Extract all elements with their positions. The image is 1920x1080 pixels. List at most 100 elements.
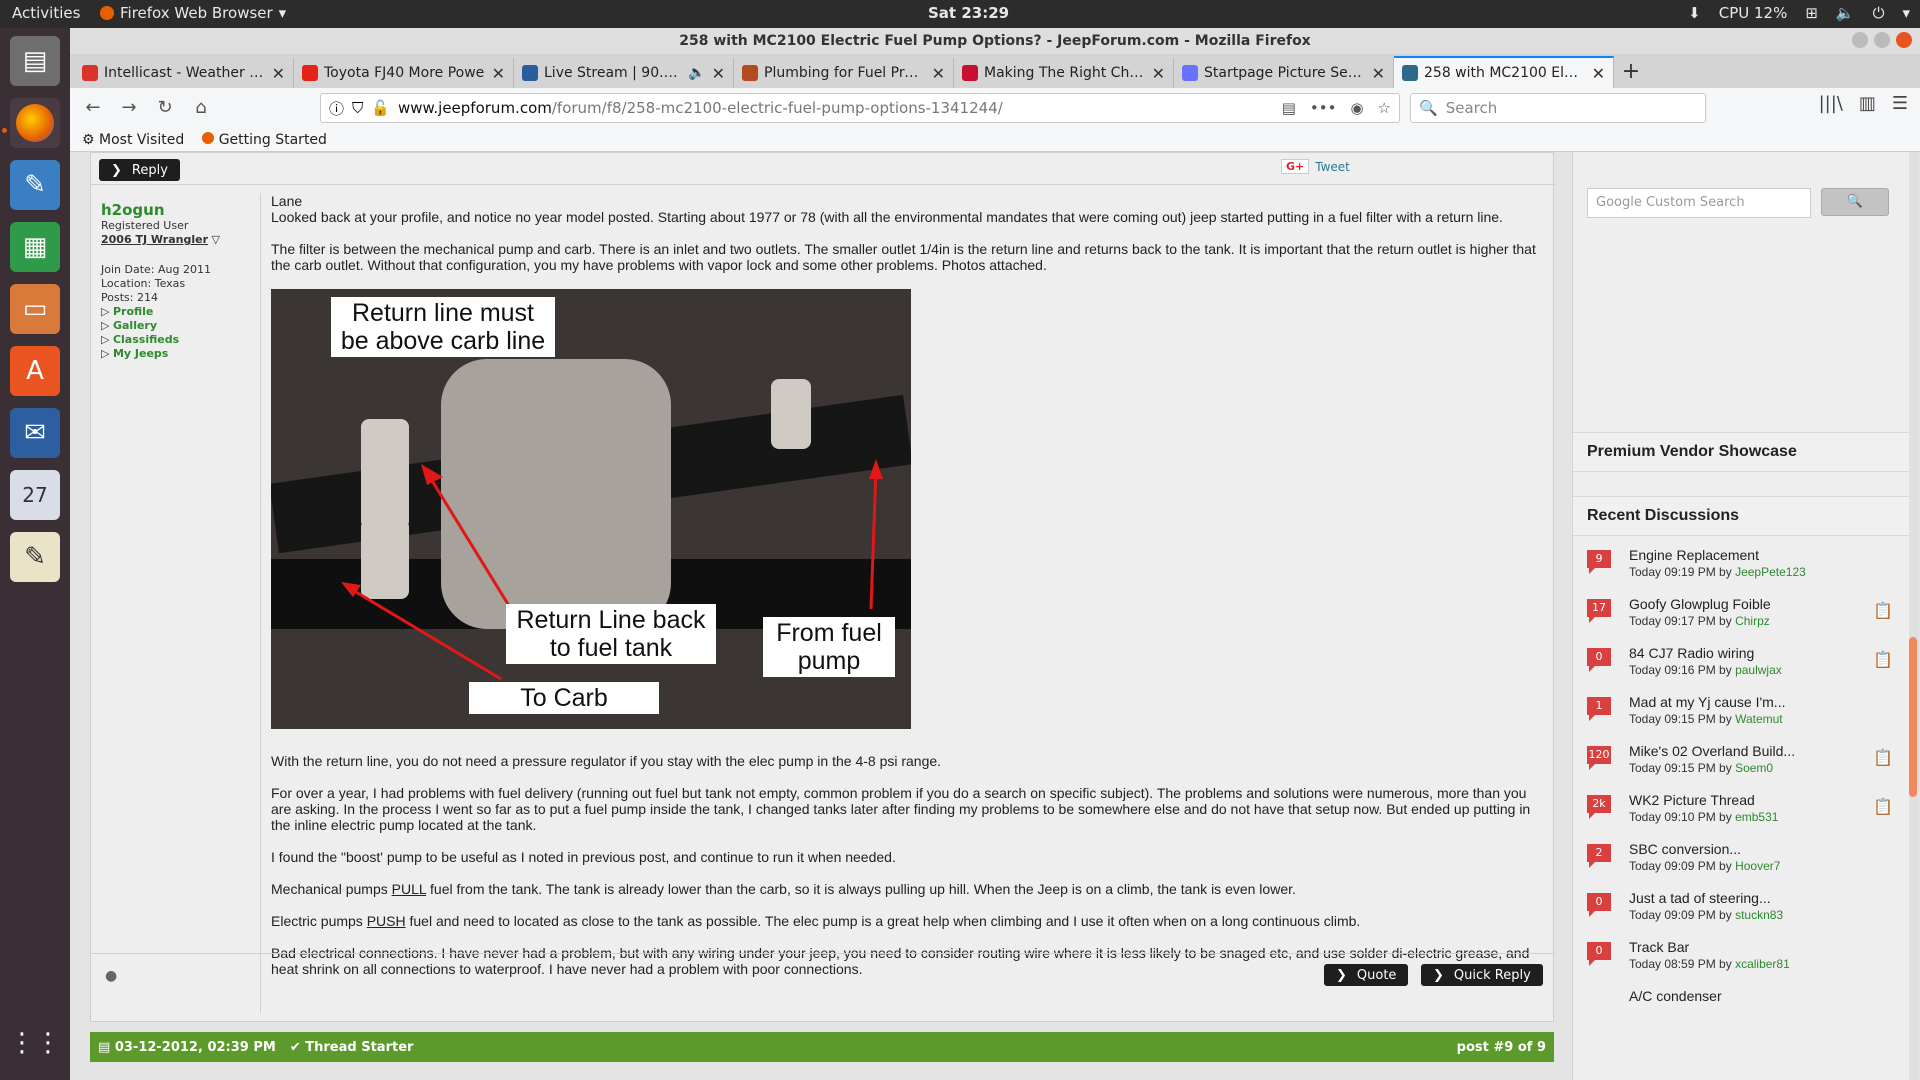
tab-jeepforum[interactable]: 258 with MC2100 Electric ✕	[1394, 56, 1614, 88]
discussion-title[interactable]: WK2 Picture Thread	[1629, 792, 1755, 808]
discussion-title[interactable]: Mad at my Yj cause I'm...	[1629, 694, 1785, 710]
system-tray[interactable]: ⬇ CPU 12% ⊞ 🔈 ⏻ ▾	[1688, 4, 1910, 22]
google-search-input[interactable]: Google Custom Search	[1587, 188, 1811, 218]
discussion-user[interactable]: xcaliber81	[1735, 957, 1790, 971]
discussion-user[interactable]: Watemut	[1735, 712, 1783, 726]
discussion-user[interactable]: emb531	[1735, 810, 1778, 824]
maximize-icon[interactable]	[1874, 32, 1890, 48]
discussion-title[interactable]: Just a tad of steering...	[1629, 890, 1771, 906]
search-bar[interactable]: 🔍 Search	[1410, 93, 1706, 123]
volume-icon[interactable]: 🔈	[1836, 4, 1855, 22]
menu-icon[interactable]: ☰	[1892, 93, 1908, 114]
impress-icon[interactable]: ▭	[10, 284, 60, 334]
calendar-icon[interactable]: 27	[10, 470, 60, 520]
minimize-icon[interactable]	[1852, 32, 1868, 48]
calc-icon[interactable]: ▦	[10, 222, 60, 272]
discussion-user[interactable]: Hoover7	[1735, 859, 1780, 873]
discussion-item[interactable]: 0 84 CJ7 Radio wiring Today 09:16 PM by pa…	[1573, 640, 1919, 689]
discussion-title[interactable]: 84 CJ7 Radio wiring	[1629, 645, 1754, 661]
author-name[interactable]: h2ogun	[101, 201, 250, 219]
thunderbird-icon[interactable]: ✉	[10, 408, 60, 458]
close-tab-icon[interactable]: ✕	[712, 64, 725, 83]
home-button[interactable]: ⌂	[186, 93, 216, 123]
quick-reply-button[interactable]: ❯ Quick Reply	[1421, 964, 1543, 986]
more-actions-icon[interactable]: •••	[1310, 99, 1337, 117]
tab-youtube[interactable]: Toyota FJ40 More Powe ✕	[294, 58, 514, 88]
discussion-user[interactable]: JeepPete123	[1735, 565, 1806, 579]
discussion-item[interactable]: 0 Just a tad of steering... Today 09:09 PM…	[1573, 885, 1919, 934]
sidebar-icon[interactable]: ▥	[1859, 93, 1876, 114]
tab-intellicast[interactable]: Intellicast - Weather Acti ✕	[74, 58, 294, 88]
cpu-indicator[interactable]: CPU 12%	[1719, 4, 1788, 22]
triangle-down-icon[interactable]: ▽	[212, 233, 220, 246]
discussion-item[interactable]: 120 Mike's 02 Overland Build... Today 09:1…	[1573, 738, 1919, 787]
discussion-item[interactable]: 2 SBC conversion... Today 09:09 PM by Hoov…	[1573, 836, 1919, 885]
updates-icon[interactable]: ⬇	[1688, 4, 1701, 22]
classifieds-link[interactable]: Classifieds	[101, 333, 250, 347]
info-icon[interactable]: ⓘ	[329, 98, 344, 119]
close-tab-icon[interactable]: ✕	[932, 64, 945, 83]
software-center-icon[interactable]: A	[10, 346, 60, 396]
discussion-user[interactable]: stuckn83	[1735, 908, 1783, 922]
tab-right-choice[interactable]: Making The Right Choice ✕	[954, 58, 1174, 88]
window-titlebar[interactable]: 258 with MC2100 Electric Fuel Pump Optio…	[70, 28, 1920, 54]
back-button[interactable]: ←	[78, 93, 108, 123]
close-tab-icon[interactable]: ✕	[1152, 64, 1165, 83]
discussion-item[interactable]: A/C condenser	[1573, 983, 1919, 1032]
gallery-link[interactable]: Gallery	[101, 319, 250, 333]
close-tab-icon[interactable]: ✕	[492, 64, 505, 83]
discussion-item[interactable]: 9 Engine Replacement Today 09:19 PM by Jee…	[1573, 542, 1919, 591]
chevron-down-icon[interactable]: ▾	[1902, 4, 1910, 22]
discussion-title[interactable]: Mike's 02 Overland Build...	[1629, 743, 1795, 759]
fuel-filter-photo[interactable]: Return line must be above carb line Retu…	[271, 289, 911, 729]
profile-link[interactable]: Profile	[101, 305, 250, 319]
reply-button[interactable]: ❯ Reply	[99, 159, 180, 181]
discussion-title[interactable]: A/C condenser	[1629, 988, 1722, 1004]
quote-button[interactable]: ❯ Quote	[1324, 964, 1409, 986]
bookmark-most-visited[interactable]: ⚙ Most Visited	[82, 132, 184, 148]
close-tab-icon[interactable]: ✕	[1592, 64, 1605, 83]
scrollbar-thumb[interactable]	[1909, 637, 1917, 797]
discussion-user[interactable]: paulwjax	[1735, 663, 1782, 677]
pocket-icon[interactable]: ◉	[1350, 99, 1363, 117]
url-bar[interactable]: ⓘ ⛉ 🔓 www.jeepforum.com/forum/f8/258-mc2…	[320, 93, 1400, 123]
app-menu[interactable]: Firefox Web Browser ▾	[100, 4, 286, 22]
discussion-title[interactable]: Goofy Glowplug Foible	[1629, 596, 1771, 612]
text-editor-icon[interactable]: ✎	[10, 532, 60, 582]
speaker-icon[interactable]: 🔈	[688, 65, 705, 81]
post-position[interactable]: post #9 of 9	[1457, 1040, 1546, 1055]
writer-icon[interactable]: ✎	[10, 160, 60, 210]
power-icon[interactable]: ⏻	[1873, 4, 1885, 22]
forward-button[interactable]: →	[114, 93, 144, 123]
close-window-icon[interactable]	[1896, 32, 1912, 48]
reload-button[interactable]: ↻	[150, 93, 180, 123]
activities-button[interactable]: Activities	[12, 4, 80, 22]
author-vehicle[interactable]: 2006 TJ Wrangler	[101, 233, 208, 246]
close-tab-icon[interactable]: ✕	[1372, 64, 1385, 83]
discussion-user[interactable]: Chirpz	[1735, 614, 1770, 628]
discussion-item[interactable]: 0 Track Bar Today 08:59 PM by xcaliber81	[1573, 934, 1919, 983]
page-scrollbar[interactable]	[1909, 152, 1919, 1080]
my-jeeps-link[interactable]: My Jeeps	[101, 347, 250, 361]
show-apps-icon[interactable]: ⋮⋮	[9, 1018, 61, 1068]
reader-view-icon[interactable]: ▤	[1282, 99, 1296, 117]
discussion-item[interactable]: 2k WK2 Picture Thread Today 09:10 PM by em…	[1573, 787, 1919, 836]
network-icon[interactable]: ⊞	[1805, 4, 1818, 22]
discussion-title[interactable]: SBC conversion...	[1629, 841, 1741, 857]
tab-startpage[interactable]: Startpage Picture Search ✕	[1174, 58, 1394, 88]
tab-plumbing[interactable]: Plumbing for Fuel Pressu ✕	[734, 58, 954, 88]
new-tab-button[interactable]: +	[1614, 58, 1648, 88]
bookmark-star-icon[interactable]: ☆	[1378, 99, 1391, 117]
clock[interactable]: Sat 23:29	[928, 4, 1009, 22]
shield-icon[interactable]: ⛉	[352, 99, 363, 117]
tweet-link[interactable]: Tweet	[1315, 160, 1350, 174]
library-icon[interactable]: |||\	[1819, 93, 1843, 114]
tab-live-stream[interactable]: Live Stream | 90.7 WM 🔈 ✕	[514, 58, 734, 88]
discussion-user[interactable]: Soem0	[1735, 761, 1773, 775]
firefox-icon[interactable]	[10, 98, 60, 148]
discussion-item[interactable]: 1 Mad at my Yj cause I'm... Today 09:15 PM…	[1573, 689, 1919, 738]
insecure-lock-icon[interactable]: 🔓	[371, 99, 390, 117]
bookmark-getting-started[interactable]: Getting Started	[202, 131, 327, 148]
discussion-title[interactable]: Engine Replacement	[1629, 547, 1759, 563]
close-tab-icon[interactable]: ✕	[272, 64, 285, 83]
